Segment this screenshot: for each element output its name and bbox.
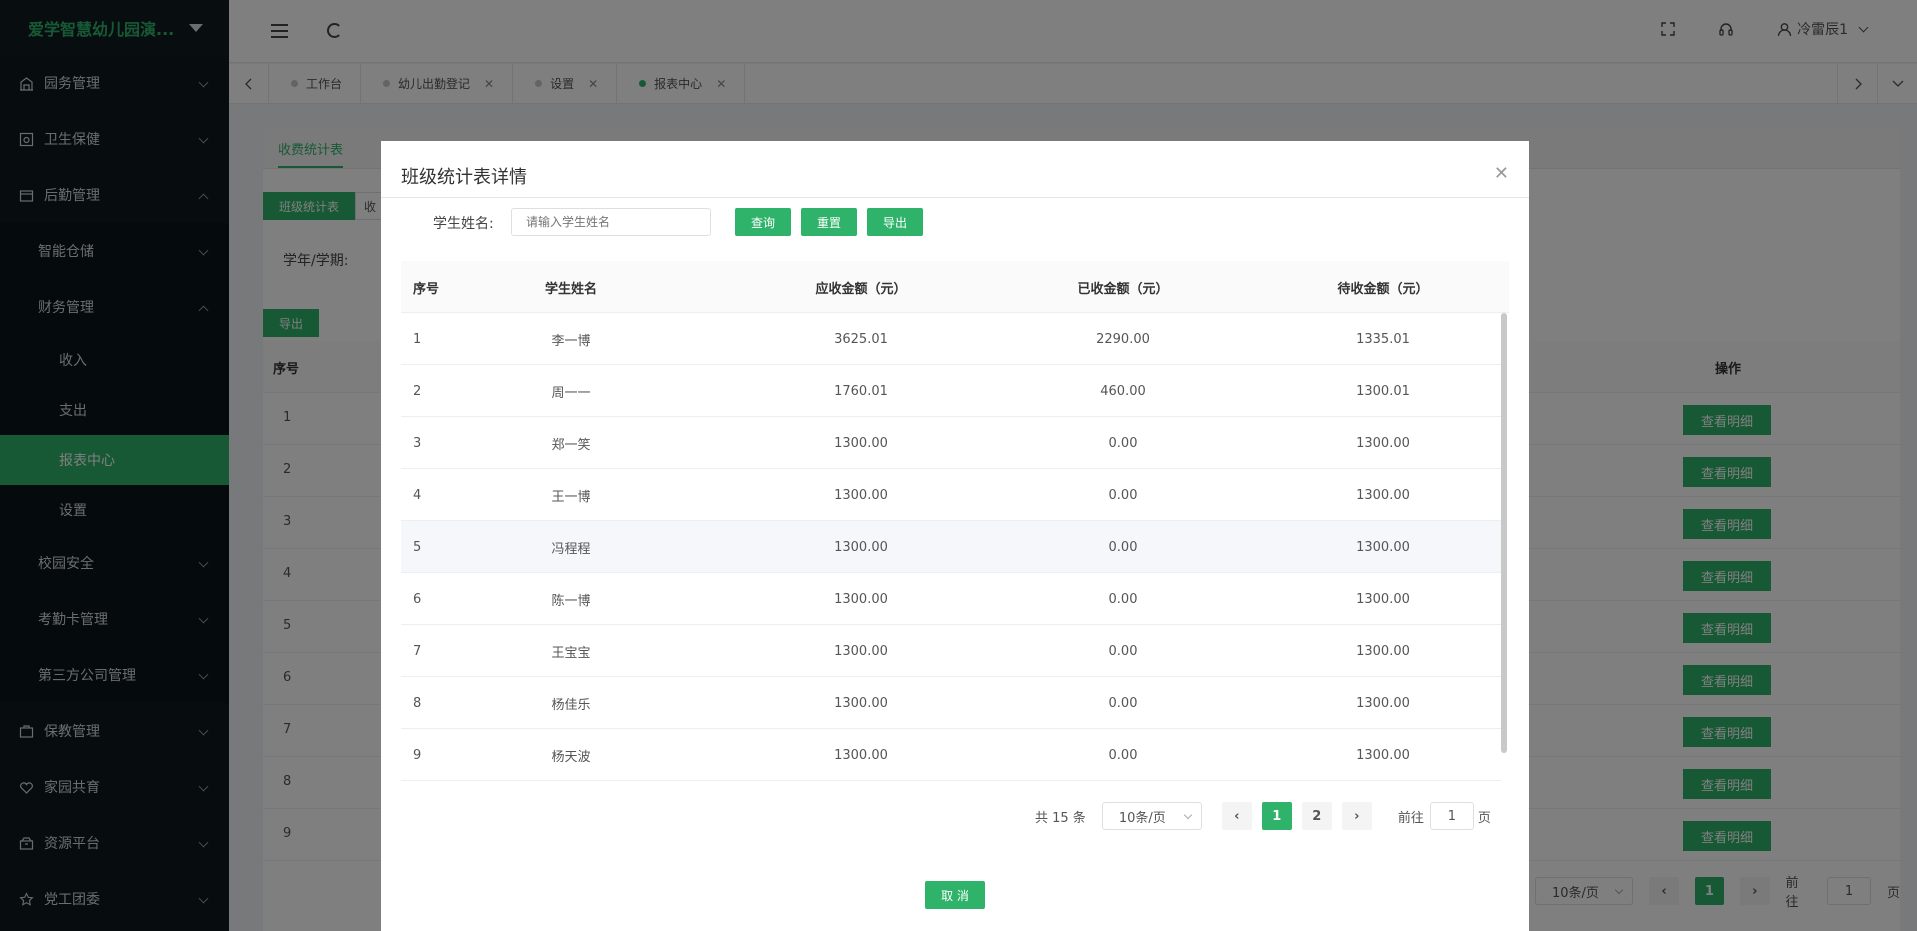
cell-student-name: 杨佳乐 — [551, 697, 591, 713]
table-row: 5 冯程程 1300.00 0.00 1300.00 — [401, 521, 1501, 573]
total-count: 共 15 条 — [1035, 810, 1086, 826]
cell-receivable: 1300.00 — [834, 539, 888, 555]
cell-receivable: 1300.00 — [834, 591, 888, 607]
cell-pending: 1300.00 — [1356, 487, 1410, 503]
chevron-down-icon — [1183, 810, 1193, 820]
table-row: 2 周一一 1760.01 460.00 1300.01 — [401, 365, 1501, 417]
cell-receivable: 1300.00 — [834, 747, 888, 763]
export-button[interactable]: 导出 — [867, 208, 923, 236]
column-header-receivable: 应收金额（元） — [815, 281, 907, 297]
table-scrollbar[interactable] — [1501, 313, 1507, 753]
cell-receivable: 3625.01 — [834, 331, 888, 347]
cell-received: 2290.00 — [1096, 331, 1150, 347]
student-name-input[interactable] — [511, 208, 711, 236]
goto-suffix: 页 — [1477, 810, 1491, 826]
cell-seq: 3 — [413, 435, 422, 451]
cell-seq: 9 — [413, 747, 422, 763]
cell-seq: 4 — [413, 487, 422, 503]
page-size-select[interactable]: 10条/页 — [1101, 802, 1202, 830]
cell-seq: 7 — [413, 643, 422, 659]
table-row: 9 杨天波 1300.00 0.00 1300.00 — [401, 729, 1501, 781]
cell-pending: 1300.00 — [1356, 695, 1410, 711]
column-header-received: 已收金额（元） — [1077, 281, 1169, 297]
cell-receivable: 1300.00 — [834, 643, 888, 659]
goto-label: 前往 — [1397, 810, 1424, 826]
cell-pending: 1300.00 — [1356, 591, 1410, 607]
table-header: 序号 学生姓名 应收金额（元） 已收金额（元） 待收金额（元） — [401, 261, 1509, 313]
goto-page-input[interactable] — [1429, 802, 1474, 830]
cell-received: 0.00 — [1108, 435, 1138, 451]
cell-student-name: 王一博 — [551, 489, 591, 505]
column-header-student: 学生姓名 — [544, 281, 597, 297]
page-button[interactable]: 2 — [1301, 802, 1332, 830]
cell-student-name: 冯程程 — [551, 541, 591, 557]
table-row: 6 陈一博 1300.00 0.00 1300.00 — [401, 573, 1501, 625]
cell-student-name: 杨天波 — [551, 749, 591, 765]
cell-received: 0.00 — [1108, 591, 1138, 607]
cell-receivable: 1300.00 — [834, 695, 888, 711]
detail-table: 序号 学生姓名 应收金额（元） 已收金额（元） 待收金额（元） 1 李一博 3625… — [401, 261, 1509, 781]
column-header-pending: 待收金额（元） — [1337, 281, 1429, 297]
divider — [381, 197, 1529, 198]
cell-received: 0.00 — [1108, 539, 1138, 555]
student-name-label: 学生姓名: — [433, 216, 494, 232]
cell-received: 460.00 — [1100, 383, 1146, 399]
table-body: 1 李一博 3625.01 2290.00 1335.01 2 周一一 1760.01 460.… — [401, 313, 1509, 781]
table-row: 1 李一博 3625.01 2290.00 1335.01 — [401, 313, 1501, 365]
cell-pending: 1300.00 — [1356, 539, 1410, 555]
cell-pending: 1300.00 — [1356, 643, 1410, 659]
cell-pending: 1335.01 — [1356, 331, 1410, 347]
cell-seq: 8 — [413, 695, 422, 711]
cell-student-name: 陈一博 — [551, 593, 591, 609]
cell-student-name: 周一一 — [551, 385, 591, 401]
close-icon[interactable]: ✕ — [1494, 163, 1509, 184]
reset-button[interactable]: 重置 — [801, 208, 857, 236]
cell-received: 0.00 — [1108, 747, 1138, 763]
cell-received: 0.00 — [1108, 643, 1138, 659]
table-row: 8 杨佳乐 1300.00 0.00 1300.00 — [401, 677, 1501, 729]
page-button[interactable]: 1 — [1261, 802, 1292, 830]
cell-seq: 1 — [413, 331, 422, 347]
cell-receivable: 1760.01 — [834, 383, 888, 399]
table-row: 7 王宝宝 1300.00 0.00 1300.00 — [401, 625, 1501, 677]
cell-pending: 1300.00 — [1356, 435, 1410, 451]
cell-student-name: 王宝宝 — [551, 645, 591, 661]
column-header-seq: 序号 — [413, 281, 440, 297]
class-statistics-detail-modal: 班级统计表详情 ✕ 学生姓名: 查询 重置 导出 序号 学生姓名 应收金额（元）… — [381, 141, 1529, 931]
query-button[interactable]: 查询 — [735, 208, 791, 236]
cell-student-name: 郑一笑 — [551, 437, 591, 453]
cell-seq: 5 — [413, 539, 422, 555]
cell-seq: 2 — [413, 383, 422, 399]
cell-student-name: 李一博 — [551, 333, 591, 349]
prev-page-button[interactable]: ‹ — [1221, 802, 1252, 830]
table-row: 3 郑一笑 1300.00 0.00 1300.00 — [401, 417, 1501, 469]
cell-pending: 1300.01 — [1356, 383, 1410, 399]
cell-seq: 6 — [413, 591, 422, 607]
cell-receivable: 1300.00 — [834, 487, 888, 503]
cancel-button[interactable]: 取 消 — [925, 881, 985, 909]
cell-received: 0.00 — [1108, 487, 1138, 503]
table-row: 4 王一博 1300.00 0.00 1300.00 — [401, 469, 1501, 521]
cell-receivable: 1300.00 — [834, 435, 888, 451]
modal-pagination: 共 15 条 10条/页 ‹ 1 2 › 前往 页 — [1035, 802, 1491, 830]
cell-received: 0.00 — [1108, 695, 1138, 711]
next-page-button[interactable]: › — [1341, 802, 1372, 830]
cell-pending: 1300.00 — [1356, 747, 1410, 763]
modal-title: 班级统计表详情 — [401, 167, 527, 188]
